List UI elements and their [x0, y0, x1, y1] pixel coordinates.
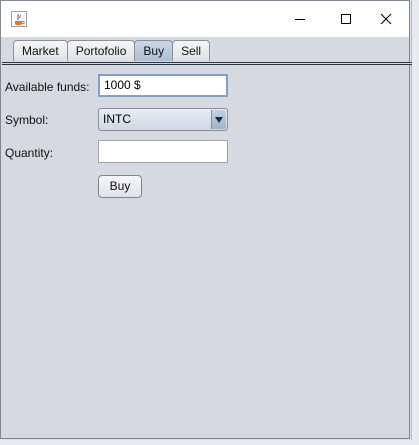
- app-window: Market Portofolio Buy Sell Available fun…: [0, 0, 412, 439]
- symbol-select[interactable]: INTC: [98, 108, 228, 131]
- maximize-icon: [341, 14, 351, 24]
- java-cup-icon: [11, 11, 27, 27]
- background-window-edge: [411, 0, 419, 445]
- symbol-label: Symbol:: [5, 113, 49, 127]
- available-funds-label: Available funds:: [5, 80, 90, 94]
- tab-bar: Market Portofolio Buy Sell: [13, 40, 211, 62]
- tab-portofolio[interactable]: Portofolio: [66, 40, 136, 61]
- background-window-edge-bottom: [0, 440, 419, 445]
- tab-content-border: [2, 62, 412, 65]
- quantity-field[interactable]: [98, 140, 228, 163]
- tab-buy[interactable]: Buy: [134, 40, 174, 61]
- dropdown-arrow-button[interactable]: [211, 110, 226, 129]
- available-funds-field[interactable]: 1000 $: [98, 74, 228, 97]
- tab-sell[interactable]: Sell: [172, 40, 211, 61]
- minimize-icon: [295, 19, 305, 20]
- minimize-button[interactable]: [277, 1, 323, 37]
- close-icon: [380, 13, 392, 25]
- tab-market[interactable]: Market: [13, 40, 68, 61]
- close-button[interactable]: [363, 1, 409, 37]
- title-bar[interactable]: [1, 1, 409, 37]
- chevron-down-icon: [215, 116, 223, 123]
- buy-button[interactable]: Buy: [98, 175, 142, 198]
- quantity-label: Quantity:: [5, 146, 54, 160]
- symbol-selected-value: INTC: [103, 112, 131, 126]
